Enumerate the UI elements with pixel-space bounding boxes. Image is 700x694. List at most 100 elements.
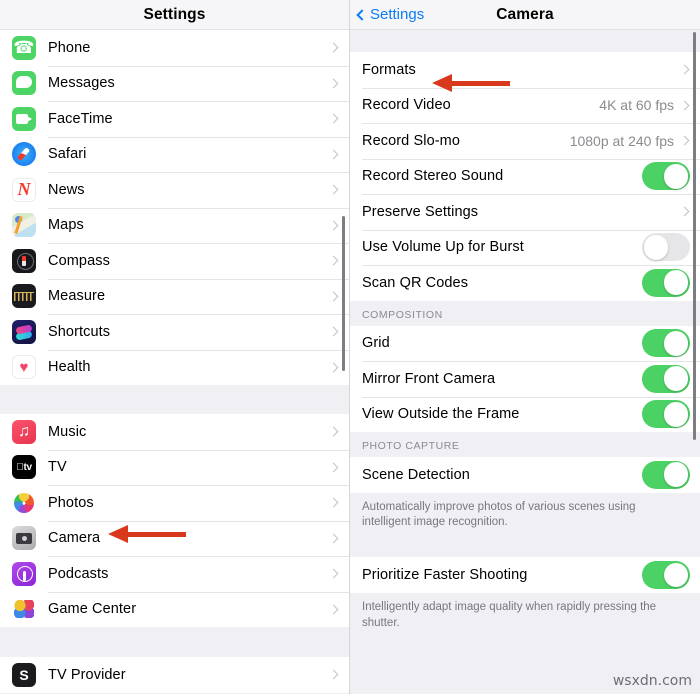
sidebar-item-label: Compass bbox=[48, 252, 110, 269]
setting-label: Scan QR Codes bbox=[362, 274, 469, 291]
setting-row-use-volume-up-for-burst[interactable]: Use Volume Up for Burst bbox=[350, 229, 700, 265]
camera-detail-panel: Settings Camera Formats Record Video 4K at… bbox=[350, 0, 700, 694]
setting-row-record-video[interactable]: Record Video 4K at 60 fps bbox=[350, 87, 700, 123]
shortcuts-icon bbox=[12, 319, 36, 344]
setting-row-view-outside-the-frame[interactable]: View Outside the Frame bbox=[350, 396, 700, 432]
measure-icon bbox=[12, 284, 36, 309]
sidebar-item-shortcuts[interactable]: Shortcuts bbox=[0, 314, 349, 350]
settings-master-panel: Settings Phone Messages FaceTime Safari News… bbox=[0, 0, 350, 694]
right-scrollbar-thumb[interactable] bbox=[693, 32, 696, 440]
toggle-use-volume-up-for-burst[interactable] bbox=[642, 233, 690, 262]
setting-row-scene-detection[interactable]: Scene Detection bbox=[350, 457, 700, 493]
sidebar-item-label: Podcasts bbox=[48, 565, 109, 582]
sidebar-item-label: Music bbox=[48, 423, 87, 440]
chevron-right-icon bbox=[679, 100, 690, 111]
chevron-right-icon bbox=[328, 533, 339, 544]
sidebar-item-photos[interactable]: Photos bbox=[0, 485, 349, 521]
setting-row-prioritize-faster-shooting[interactable]: Prioritize Faster Shooting bbox=[350, 557, 700, 593]
sidebar-item-camera[interactable]: Camera bbox=[0, 520, 349, 556]
toggle-knob bbox=[663, 401, 689, 427]
chevron-right-icon bbox=[328, 149, 339, 160]
settings-list-scrollview[interactable]: Phone Messages FaceTime Safari News Maps Compa… bbox=[0, 30, 349, 694]
safari-icon bbox=[12, 142, 36, 167]
sidebar-item-measure[interactable]: Measure bbox=[0, 278, 349, 314]
game-center-icon bbox=[12, 597, 36, 622]
section-gap bbox=[0, 627, 349, 657]
toggle-grid[interactable] bbox=[642, 329, 690, 358]
section-footer-note: Intelligently adapt image quality when r… bbox=[350, 592, 700, 644]
toggle-knob bbox=[663, 562, 689, 588]
toggle-record-stereo-sound[interactable] bbox=[642, 162, 690, 191]
section-footer-note: Automatically improve photos of various … bbox=[350, 492, 700, 544]
sidebar-item-maps[interactable]: Maps bbox=[0, 207, 349, 243]
sidebar-item-label: Phone bbox=[48, 39, 91, 56]
sidebar-item-label: Health bbox=[48, 359, 91, 376]
back-to-settings-button[interactable]: Settings bbox=[356, 6, 424, 23]
sidebar-item-game-center[interactable]: Game Center bbox=[0, 591, 349, 627]
chevron-right-icon bbox=[328, 42, 339, 53]
ios-settings-split-view: Settings Phone Messages FaceTime Safari News… bbox=[0, 0, 700, 694]
toggle-knob bbox=[663, 366, 689, 392]
sidebar-item-compass[interactable]: Compass bbox=[0, 243, 349, 279]
sidebar-item-safari[interactable]: Safari bbox=[0, 136, 349, 172]
setting-value: 1080p at 240 fps bbox=[569, 132, 674, 149]
setting-label: Preserve Settings bbox=[362, 203, 479, 220]
setting-label: Prioritize Faster Shooting bbox=[362, 566, 528, 583]
toggle-knob bbox=[643, 234, 669, 260]
sidebar-item-phone[interactable]: Phone bbox=[0, 30, 349, 66]
setting-label: Formats bbox=[362, 61, 416, 78]
setting-row-preserve-settings[interactable]: Preserve Settings bbox=[350, 194, 700, 230]
chevron-right-icon bbox=[328, 78, 339, 89]
setting-row-grid[interactable]: Grid bbox=[350, 325, 700, 361]
toggle-prioritize-faster-shooting[interactable] bbox=[642, 560, 690, 589]
toggle-scene-detection[interactable] bbox=[642, 460, 690, 489]
sidebar-item-label: TV bbox=[48, 459, 67, 476]
health-icon bbox=[12, 355, 36, 380]
chevron-right-icon bbox=[328, 220, 339, 231]
sidebar-item-news[interactable]: News bbox=[0, 172, 349, 208]
settings-group: Prioritize Faster Shooting bbox=[350, 557, 700, 593]
sidebar-item-health[interactable]: Health bbox=[0, 349, 349, 385]
sidebar-item-podcasts[interactable]: Podcasts bbox=[0, 556, 349, 592]
chevron-right-icon bbox=[679, 206, 690, 217]
watermark: wsxdn.com bbox=[612, 673, 692, 689]
settings-group: Music TV Photos Camera Podcasts Game Center bbox=[0, 414, 349, 627]
setting-label: Grid bbox=[362, 335, 390, 352]
setting-row-record-stereo-sound[interactable]: Record Stereo Sound bbox=[350, 158, 700, 194]
top-inset-gap bbox=[350, 30, 700, 52]
maps-icon bbox=[12, 213, 36, 238]
sidebar-item-facetime[interactable]: FaceTime bbox=[0, 101, 349, 137]
camera-icon bbox=[12, 526, 36, 551]
setting-row-mirror-front-camera[interactable]: Mirror Front Camera bbox=[350, 361, 700, 397]
chevron-right-icon bbox=[328, 426, 339, 437]
left-scrollbar-thumb[interactable] bbox=[342, 216, 345, 371]
chevron-right-icon bbox=[328, 255, 339, 266]
chevron-right-icon bbox=[328, 362, 339, 373]
sidebar-item-label: Camera bbox=[48, 530, 101, 547]
setting-row-scan-qr-codes[interactable]: Scan QR Codes bbox=[350, 265, 700, 301]
sidebar-item-label: Maps bbox=[48, 217, 84, 234]
sidebar-item-messages[interactable]: Messages bbox=[0, 65, 349, 101]
chevron-right-icon bbox=[328, 497, 339, 508]
facetime-icon bbox=[12, 106, 36, 131]
toggle-scan-qr-codes[interactable] bbox=[642, 268, 690, 297]
toggle-mirror-front-camera[interactable] bbox=[642, 364, 690, 393]
toggle-view-outside-the-frame[interactable] bbox=[642, 400, 690, 429]
setting-row-formats[interactable]: Formats bbox=[350, 52, 700, 88]
chevron-left-icon bbox=[356, 8, 368, 21]
sidebar-item-music[interactable]: Music bbox=[0, 414, 349, 450]
sidebar-item-tv-provider[interactable]: TV Provider bbox=[0, 657, 349, 693]
setting-row-record-slo-mo[interactable]: Record Slo-mo 1080p at 240 fps bbox=[350, 123, 700, 159]
camera-settings-scrollview[interactable]: Formats Record Video 4K at 60 fps Record Sl… bbox=[350, 30, 700, 694]
news-icon bbox=[12, 177, 36, 202]
setting-label: View Outside the Frame bbox=[362, 406, 520, 423]
settings-group: Phone Messages FaceTime Safari News Maps Compa… bbox=[0, 30, 349, 385]
chevron-right-icon bbox=[679, 135, 690, 146]
sidebar-item-label: Messages bbox=[48, 75, 115, 92]
sidebar-item-label: Safari bbox=[48, 146, 87, 163]
sidebar-item-label: TV Provider bbox=[48, 666, 126, 683]
sidebar-item-tv[interactable]: TV bbox=[0, 449, 349, 485]
music-icon bbox=[12, 419, 36, 444]
setting-label: Record Stereo Sound bbox=[362, 168, 504, 185]
sidebar-item-label: Game Center bbox=[48, 601, 137, 618]
